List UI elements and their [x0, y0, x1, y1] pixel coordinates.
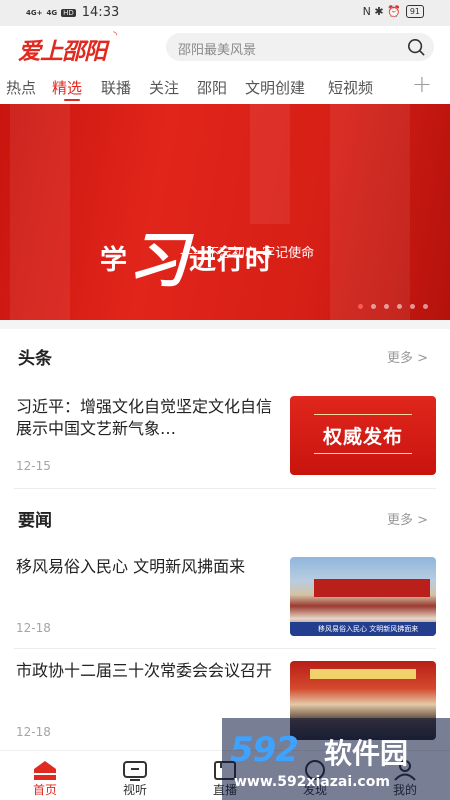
news-date: 12-18: [16, 621, 51, 635]
carousel-dot[interactable]: [423, 304, 428, 309]
watermark-brand: 592: [230, 730, 299, 770]
status-left: 4G+ 4G HD 14:33: [26, 5, 119, 20]
signal-2-label: 4G: [46, 8, 58, 17]
carousel-dot[interactable]: [371, 304, 376, 309]
search-placeholder: 邵阳最美风景: [178, 43, 257, 58]
news-thumbnail: 移风易俗入民心 文明新风拂面来: [290, 557, 436, 636]
news-date: 12-15: [16, 459, 51, 473]
watermark: 592 软件园 www.592xiazai.com: [222, 718, 450, 800]
thumbnail-caption-bar: 移风易俗入民心 文明新风拂面来: [290, 622, 436, 636]
signal-wave-icon: ◝: [113, 30, 117, 41]
search-icon[interactable]: [407, 38, 425, 56]
banner-title-script: 习: [128, 226, 189, 296]
carousel-dot[interactable]: [410, 304, 415, 309]
banner-decor: [10, 104, 70, 320]
tab-broadcast[interactable]: 联播: [101, 77, 131, 98]
banner-decor: [330, 104, 410, 320]
status-icons: N ✱ ⏰: [362, 5, 401, 18]
nav-home[interactable]: 首页: [5, 751, 85, 800]
tab-featured[interactable]: 精选: [52, 77, 82, 98]
nav-label: 视听: [122, 783, 147, 797]
news-title: 市政协十二届三十次常委会会议召开: [16, 661, 273, 680]
carousel-dot[interactable]: [397, 304, 402, 309]
tab-hot[interactable]: 热点: [6, 77, 36, 98]
active-tab-indicator: [64, 99, 80, 101]
status-right: N ✱ ⏰ 91: [363, 5, 424, 18]
status-time: 14:33: [81, 5, 120, 20]
thumbnail-banner-sign: [314, 579, 430, 597]
carousel-dots: [358, 304, 428, 309]
status-bar: 4G+ 4G HD 14:33 N ✱ ⏰ 91: [0, 0, 450, 26]
section-gap: [0, 320, 450, 329]
category-tabs: 热点 精选 联播 关注 邵阳 文明创建 短视频 +: [0, 68, 450, 104]
home-icon: [34, 761, 56, 780]
signal-1-label: 4G+: [26, 8, 43, 17]
news-thumbnail: 权威发布: [290, 396, 436, 475]
news-date: 12-18: [16, 725, 51, 739]
divider: [14, 488, 436, 489]
search-bar[interactable]: 邵阳最美风景: [166, 33, 434, 61]
tab-civilization[interactable]: 文明创建: [245, 77, 305, 98]
watermark-url: www.592xiazai.com: [234, 774, 390, 790]
nav-media[interactable]: 视听: [95, 751, 175, 800]
thumbnail-caption: 移风易俗入民心 文明新风拂面来: [318, 625, 419, 633]
nav-label: 首页: [32, 783, 57, 797]
hd-badge: HD: [61, 8, 76, 17]
headlines-more-link[interactable]: 更多 >: [387, 347, 428, 366]
watermark-name: 软件园: [324, 737, 409, 770]
headlines-title: 头条: [18, 349, 52, 369]
tv-icon: [123, 761, 147, 781]
thumbnail-banner-sign: [310, 669, 416, 679]
add-tab-icon[interactable]: +: [412, 72, 432, 96]
carousel-dot[interactable]: [384, 304, 389, 309]
banner-carousel[interactable]: 学习进行时 ——不忘初心 牢记使命: [0, 104, 450, 320]
banner-subtitle: ——不忘初心 牢记使命: [180, 246, 315, 261]
news-title: 习近平：增强文化自觉坚定文化自信 展示中国文艺新气象…: [16, 397, 273, 438]
tab-short-video[interactable]: 短视频: [328, 77, 373, 98]
app-logo[interactable]: 爱上邵阳 ◝: [18, 30, 117, 66]
news-more-link[interactable]: 更多 >: [387, 509, 428, 528]
tab-follow[interactable]: 关注: [149, 77, 179, 98]
banner-title-left: 学: [100, 245, 128, 276]
news-title: 移风易俗入民心 文明新风拂面来: [16, 557, 246, 576]
app-header: 爱上邵阳 ◝ 邵阳最美风景: [0, 26, 450, 68]
battery-icon: 91: [405, 5, 424, 18]
carousel-dot[interactable]: [358, 304, 363, 309]
thumbnail-text: 权威发布: [322, 426, 403, 448]
divider: [14, 648, 436, 649]
tab-shaoyang[interactable]: 邵阳: [197, 77, 227, 98]
logo-text: 爱上邵阳: [18, 39, 107, 65]
news-section-title: 要闻: [18, 511, 52, 531]
